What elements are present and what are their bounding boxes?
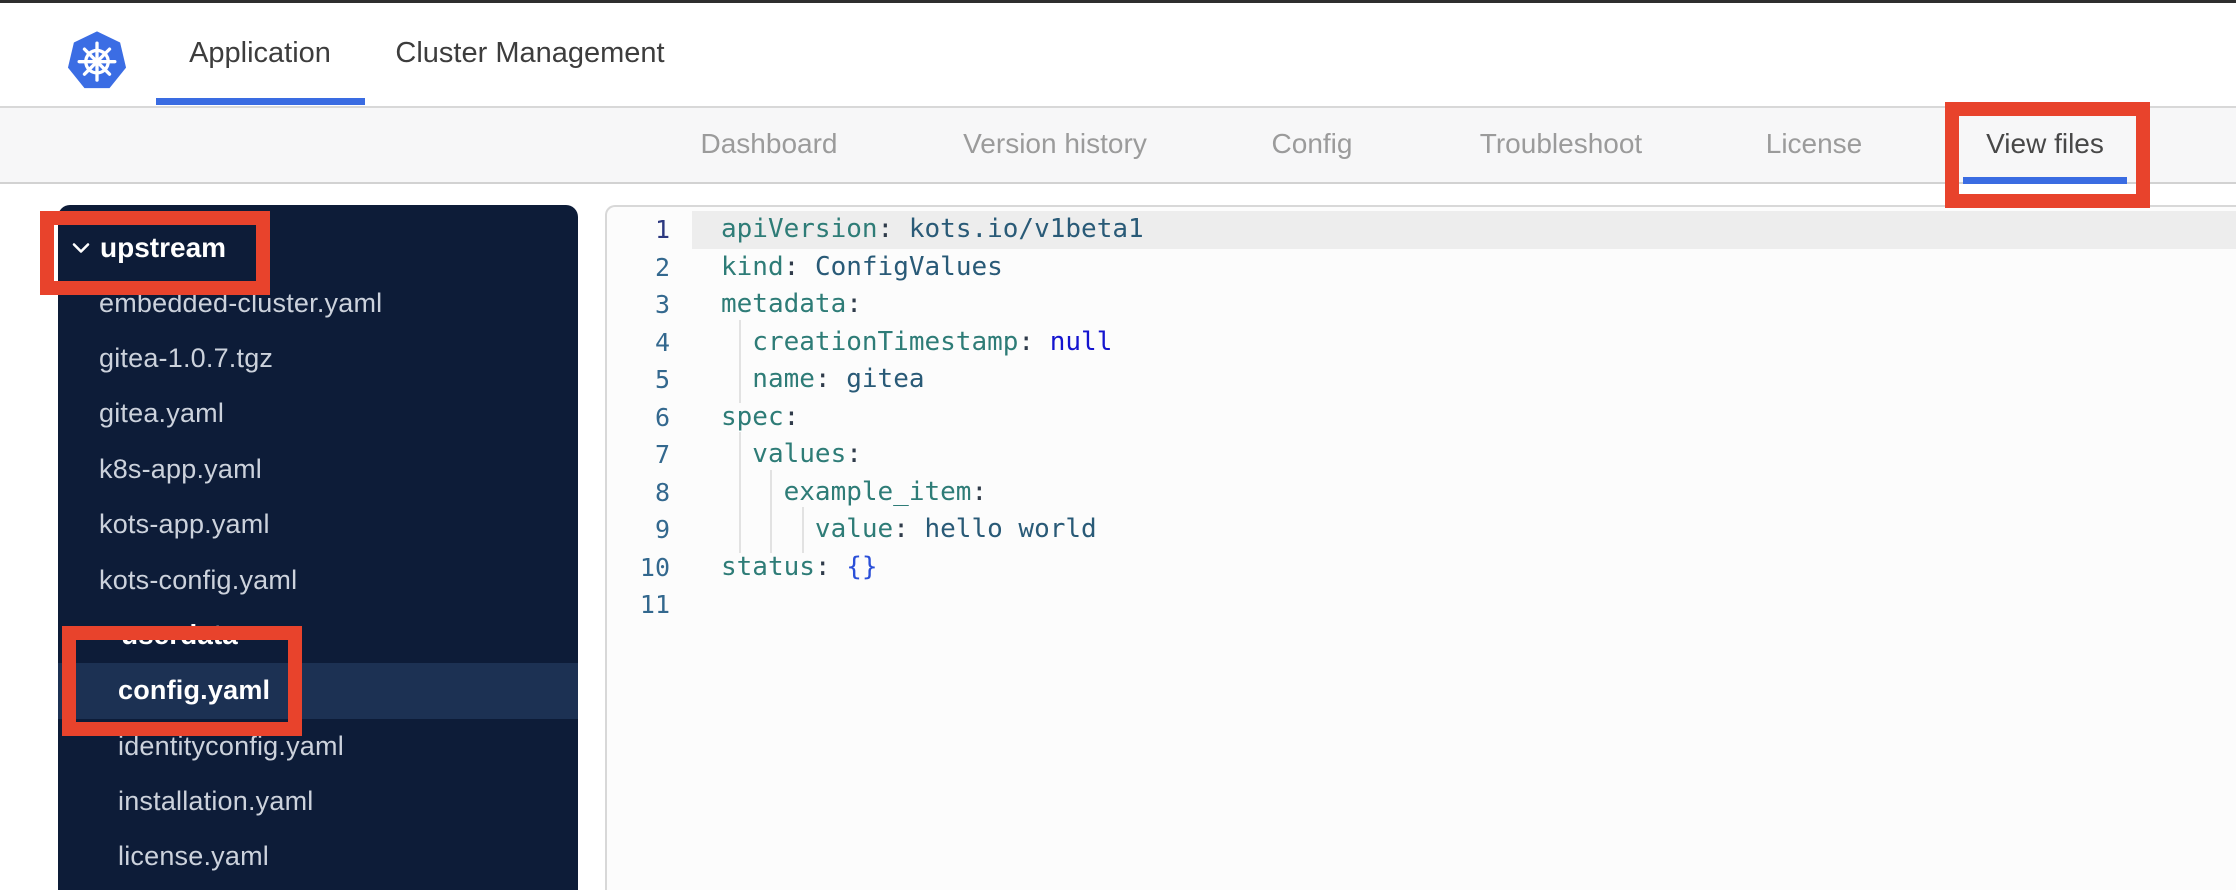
code-text: creationTimestamp: null — [721, 319, 1112, 365]
file-label: embedded-cluster.yaml — [99, 287, 383, 318]
chevron-down-icon — [93, 630, 111, 641]
nav-tab-dashboard[interactable]: Dashboard — [701, 108, 838, 180]
nav-tab-troubleshoot[interactable]: Troubleshoot — [1480, 108, 1642, 180]
code-line-5: 5 name: gitea — [607, 357, 2236, 403]
code-text: kind: ConfigValues — [721, 251, 1003, 282]
header-tab-cluster-management[interactable]: Cluster Management — [395, 3, 664, 103]
active-header-tab-underline — [156, 98, 365, 105]
indent-guide — [801, 507, 804, 553]
file-tree-sidebar[interactable]: upstream embedded-cluster.yaml gitea-1.0.7… — [58, 205, 578, 890]
line-number: 8 — [654, 477, 670, 507]
code-text: metadata: — [721, 289, 862, 319]
tree-file-gitea-1.0.7.tgz[interactable]: gitea-1.0.7.tgz — [58, 331, 578, 386]
line-number: 10 — [639, 552, 670, 582]
code-text: name: gitea — [721, 357, 925, 403]
file-label: identityconfig.yaml — [118, 730, 344, 761]
tree-file-license.yaml[interactable]: license.yaml — [58, 829, 578, 884]
tree-file-kots-config.yaml[interactable]: kots-config.yaml — [58, 552, 578, 607]
line-number: 9 — [654, 515, 670, 544]
chevron-down-icon — [72, 242, 90, 253]
file-label: license.yaml — [118, 841, 269, 872]
code-text: values: — [721, 432, 862, 478]
folder-label: upstream — [100, 231, 227, 263]
tree-file-identityconfig.yaml[interactable]: identityconfig.yaml — [58, 719, 578, 774]
file-label: kots-app.yaml — [99, 509, 270, 540]
code-text: apiVersion: kots.io/v1beta1 — [721, 214, 1144, 244]
file-label: gitea-1.0.7.tgz — [99, 342, 274, 373]
line-number: 7 — [654, 440, 670, 469]
nav-tab-version-history[interactable]: Version history — [963, 108, 1147, 180]
file-label: installation.yaml — [118, 786, 314, 817]
line-number: 6 — [654, 402, 670, 432]
header-tab-application[interactable]: Application — [189, 3, 331, 103]
code-line-6: 6 spec: — [607, 399, 2236, 437]
app-nav-bar: Dashboard Version history Config Troublesho… — [0, 108, 2236, 184]
tree-file-k8s-app.yaml[interactable]: k8s-app.yaml — [58, 442, 578, 497]
app-header: Application Cluster Management — [0, 3, 2236, 108]
file-label: kots-config.yaml — [99, 564, 298, 595]
code-line-11: 11 — [607, 586, 2236, 624]
tree-file-kots-app.yaml[interactable]: kots-app.yaml — [58, 497, 578, 552]
code-lines: 1 apiVersion: kots.io/v1beta1 2 kind: Confi… — [607, 207, 2236, 624]
nav-tab-config[interactable]: Config — [1272, 108, 1353, 180]
kubernetes-logo-icon — [67, 31, 127, 89]
nav-tab-view-files[interactable]: View files — [1986, 108, 2104, 180]
line-number: 4 — [654, 327, 670, 357]
code-line-8: 8 example_item: — [607, 469, 2236, 515]
file-label: config.yaml — [118, 675, 271, 706]
tree-folder-userdata[interactable]: userdata — [58, 608, 578, 663]
code-line-7: 7 values: — [607, 432, 2236, 478]
yaml-file-viewer[interactable]: 1 apiVersion: kots.io/v1beta1 2 kind: Confi… — [605, 205, 2236, 890]
indent-guide — [739, 357, 741, 403]
code-line-2: 2 kind: ConfigValues — [607, 249, 2236, 287]
nav-tab-license[interactable]: License — [1766, 108, 1863, 180]
code-line-4: 4 creationTimestamp: null — [607, 319, 2236, 365]
tree-file-installation.yaml[interactable]: installation.yaml — [58, 774, 578, 829]
file-label: k8s-app.yaml — [99, 453, 262, 484]
tree-file-embedded-cluster.yaml[interactable]: embedded-cluster.yaml — [58, 275, 578, 330]
code-line-3: 3 metadata: — [607, 286, 2236, 324]
code-text: spec: — [721, 401, 800, 432]
tree-file-gitea.yaml[interactable]: gitea.yaml — [58, 386, 578, 441]
line-number: 3 — [654, 290, 670, 319]
code-line-1: 1 apiVersion: kots.io/v1beta1 — [607, 211, 2236, 249]
folder-label: userdata — [121, 619, 238, 651]
line-number: 11 — [639, 590, 670, 619]
indent-guide — [770, 507, 773, 553]
code-text: example_item: — [721, 469, 987, 515]
code-line-9: 9 value: hello world — [607, 507, 2236, 553]
code-line-10: 10 status: {} — [607, 549, 2236, 587]
tree-folder-upstream[interactable]: upstream — [58, 220, 578, 275]
line-number: 2 — [654, 252, 670, 282]
file-label: gitea.yaml — [99, 398, 225, 429]
code-text: value: hello world — [721, 507, 1097, 553]
tree-file-config.yaml[interactable]: config.yaml — [58, 663, 578, 719]
indent-guide — [739, 507, 741, 553]
line-number: 5 — [654, 365, 670, 394]
code-text: status: {} — [721, 551, 878, 582]
line-number: 1 — [654, 215, 670, 244]
active-nav-tab-underline — [1963, 177, 2127, 184]
